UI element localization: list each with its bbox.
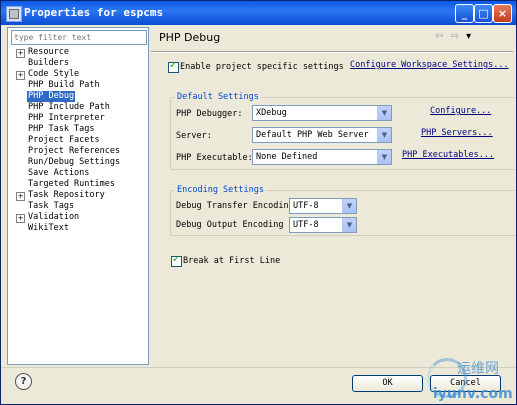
php-servers-link[interactable]: PHP Servers... (421, 128, 493, 138)
close-button[interactable]: × (493, 4, 512, 23)
minimize-button[interactable]: _ (455, 4, 474, 23)
tree-item-label: Targeted Runtimes (28, 179, 115, 189)
php-debugger-select[interactable]: XDebug ▼ (252, 105, 392, 121)
php-executable-select[interactable]: None Defined ▼ (252, 149, 392, 165)
watermark-logo: 运维网 iyunv.com (421, 356, 516, 404)
tree-item-label: Run/Debug Settings (28, 157, 121, 167)
tree-item-label: Project Facets (28, 135, 100, 145)
debug-transfer-encoding-label: Debug Transfer Encoding (176, 201, 294, 211)
tree-item-label: PHP Task Tags (28, 124, 95, 134)
tree-item[interactable]: Project Facets (8, 135, 148, 146)
php-debugger-label: PHP Debugger: (176, 109, 243, 119)
debug-transfer-encoding-value: UTF-8 (293, 201, 319, 211)
tree-item-label: Save Actions (28, 168, 90, 178)
break-first-line-label[interactable]: Break at First Line (183, 256, 280, 266)
tree-item-label: Code Style (28, 69, 80, 79)
tree-item[interactable]: Run/Debug Settings (8, 157, 148, 168)
nav-buttons: ⇦ ⇨ ▾ (435, 31, 473, 42)
tree-item[interactable]: WikiText (8, 223, 148, 234)
tree-item[interactable]: PHP Interpreter (8, 113, 148, 124)
chevron-down-icon[interactable]: ▼ (377, 128, 391, 142)
enable-specific-label[interactable]: Enable project specific settings (180, 62, 344, 72)
enable-specific-checkbox[interactable] (168, 60, 179, 73)
tree-item[interactable]: + Task Repository (8, 190, 148, 201)
server-select[interactable]: Default PHP Web Server ▼ (252, 127, 392, 143)
php-debugger-value: XDebug (256, 108, 287, 118)
back-arrow-icon[interactable]: ⇦ (435, 31, 445, 42)
debug-transfer-encoding-select[interactable]: UTF-8 ▼ (289, 198, 357, 214)
tree-item-label: Task Tags (28, 201, 75, 211)
forward-arrow-icon[interactable]: ⇨ (451, 31, 461, 42)
tree-item[interactable]: Targeted Runtimes (8, 179, 148, 190)
tree-item[interactable]: Project References (8, 146, 148, 157)
tree-item[interactable]: + Resource (8, 47, 148, 58)
expand-icon[interactable]: + (16, 214, 25, 223)
expand-icon[interactable]: + (16, 49, 25, 58)
tree-item-label: Project References (28, 146, 121, 156)
page-title: PHP Debug (159, 31, 221, 44)
chevron-down-icon[interactable]: ▼ (377, 106, 391, 120)
properties-dialog: Properties for espcms _ □ × +ResourceBui… (0, 0, 517, 405)
configure-link[interactable]: Configure... (430, 106, 491, 116)
server-label: Server: (176, 131, 212, 141)
server-value: Default PHP Web Server (256, 130, 369, 140)
configure-workspace-link[interactable]: Configure Workspace Settings... (350, 60, 509, 70)
tree-item[interactable]: + Code Style (8, 69, 148, 80)
maximize-button[interactable]: □ (474, 4, 493, 23)
tree-item-label: PHP Interpreter (28, 113, 105, 123)
ok-button[interactable]: OK (352, 375, 423, 392)
break-first-line-checkbox[interactable] (171, 254, 182, 267)
watermark-url: iyunv.com (433, 386, 513, 402)
debug-output-encoding-select[interactable]: UTF-8 ▼ (289, 217, 357, 233)
encoding-settings-title: Encoding Settings (175, 185, 266, 195)
chevron-down-icon[interactable]: ▼ (377, 150, 391, 164)
php-executable-value: None Defined (256, 152, 318, 162)
debug-output-encoding-label: Debug Output Encoding (176, 220, 284, 230)
settings-pane: PHP Debug ⇦ ⇨ ▾ Enable project specific … (151, 27, 516, 365)
tree-item-label: PHP Debug (27, 91, 76, 102)
tree-item-label: WikiText (28, 223, 69, 233)
help-icon[interactable]: ? (15, 373, 32, 390)
tree-item[interactable]: PHP Debug (8, 91, 148, 102)
window-icon (6, 6, 22, 22)
title-bar[interactable]: Properties for espcms _ □ × (1, 1, 516, 25)
php-executable-label: PHP Executable: (176, 153, 253, 163)
tree-item[interactable]: + Validation (8, 212, 148, 223)
tree-item-label: Builders (28, 58, 69, 68)
tree-item[interactable]: PHP Build Path (8, 80, 148, 91)
default-settings-title: Default Settings (175, 92, 261, 102)
php-executables-link[interactable]: PHP Executables... (402, 150, 494, 160)
tree-item[interactable]: Builders (8, 58, 148, 69)
tree-item[interactable]: Task Tags (8, 201, 148, 212)
category-pane: +ResourceBuilders+Code StylePHP Build Pa… (7, 27, 149, 365)
debug-output-encoding-value: UTF-8 (293, 220, 319, 230)
tree-item-label: Validation (28, 212, 80, 222)
tree-item-label: PHP Build Path (28, 80, 100, 90)
chevron-down-icon[interactable]: ▼ (342, 218, 356, 232)
expand-icon[interactable]: + (16, 71, 25, 80)
tree-item-label: PHP Include Path (28, 102, 110, 112)
tree-item[interactable]: PHP Include Path (8, 102, 148, 113)
header-divider-highlight (151, 52, 513, 53)
tree-item[interactable]: PHP Task Tags (8, 124, 148, 135)
view-menu-icon[interactable]: ▾ (466, 31, 473, 42)
chevron-down-icon[interactable]: ▼ (342, 199, 356, 213)
expand-icon[interactable]: + (16, 192, 25, 201)
tree-item-label: Task Repository (28, 190, 105, 200)
watermark-text: 运维网 (457, 361, 499, 377)
filter-input[interactable] (11, 30, 147, 45)
tree-item[interactable]: Save Actions (8, 168, 148, 179)
category-tree: + Resource Builders + Code Style PHP Build Pa… (8, 47, 148, 234)
window-title: Properties for espcms (24, 6, 164, 19)
tree-item-label: Resource (28, 47, 69, 57)
